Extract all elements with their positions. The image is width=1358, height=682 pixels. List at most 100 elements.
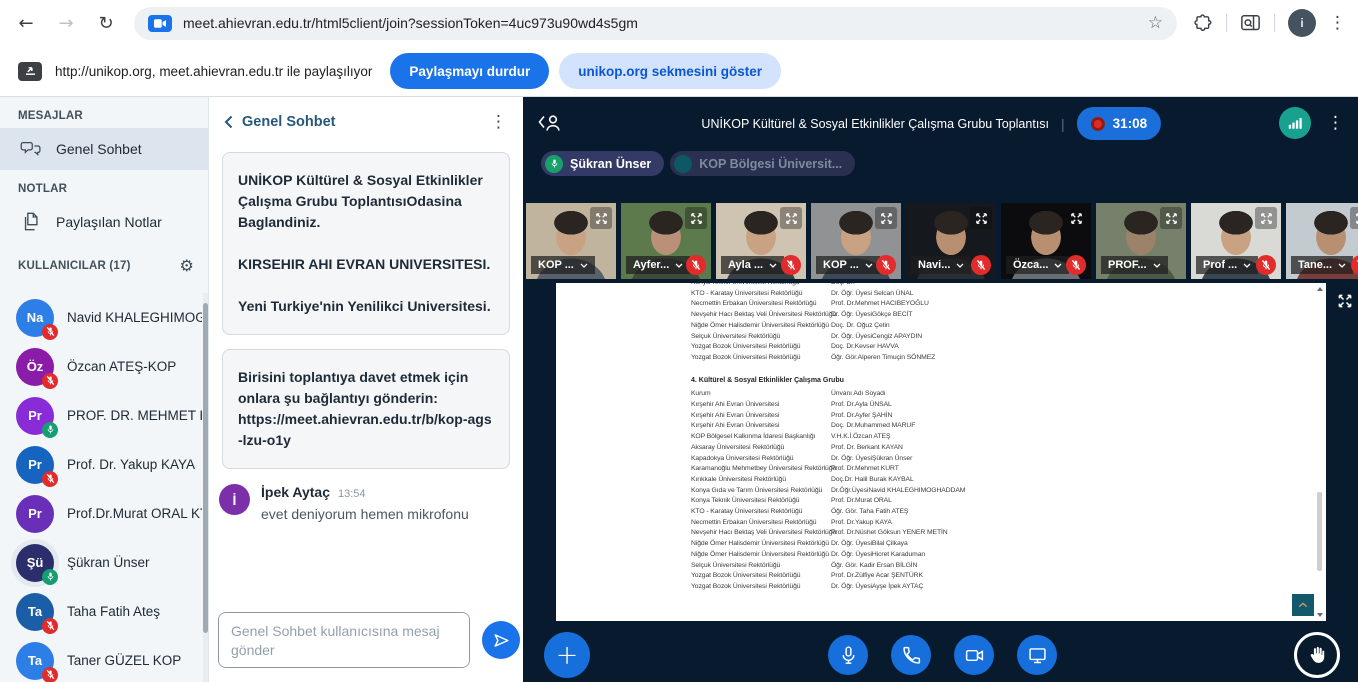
recording-indicator[interactable]: 31:08 — [1077, 107, 1162, 140]
chat-header: Genel Sohbet ⋮ — [209, 97, 523, 137]
webcam-tile[interactable]: Özca... — [1001, 203, 1091, 279]
extensions-icon[interactable] — [1193, 13, 1213, 33]
chat-menu-icon[interactable]: ⋮ — [490, 112, 507, 132]
webcam-tile[interactable]: Ayla ... — [716, 203, 806, 279]
side-panel-search-icon[interactable] — [1240, 14, 1261, 33]
user-list-item[interactable]: Pr Prof. Dr. Yakup KAYA — [0, 440, 202, 489]
user-list-item[interactable]: Şü Şükran Ünser — [0, 538, 202, 587]
talking-indicator-pill[interactable]: KOP Bölgesi Üniversit... — [670, 151, 855, 176]
webcam-fullscreen-icon[interactable] — [1160, 207, 1182, 229]
doc-row: Kırşehir Ahi Evran ÜniversitesiProf. Dr.… — [691, 411, 1306, 422]
options-menu-icon[interactable]: ⋮ — [1327, 113, 1344, 133]
presentation-fullscreen-icon[interactable] — [1335, 291, 1355, 311]
user-list-item[interactable]: Pr PROF. DR. MEHMET KURT — [0, 391, 202, 440]
browser-refresh-button[interactable]: ↻ — [94, 13, 118, 34]
invite-link[interactable]: https://meet.ahievran.edu.tr/b/kop-ags-l… — [238, 409, 494, 451]
tab-sharing-bar: http://unikop.org, meet.ahievran.edu.tr … — [0, 46, 1358, 97]
webcam-fullscreen-icon[interactable] — [970, 207, 992, 229]
webcam-name-label[interactable]: PROF... — [1101, 256, 1168, 274]
avatar-initials: Ta — [28, 604, 42, 619]
webcam-muted-badge — [1066, 255, 1086, 275]
address-bar[interactable]: meet.ahievran.edu.tr/html5client/join?se… — [134, 7, 1177, 40]
webcam-name-label[interactable]: Özca... — [1006, 256, 1069, 274]
browser-forward-button[interactable]: → — [54, 13, 78, 34]
scroll-down-arrow-icon[interactable] — [1317, 613, 1323, 617]
connection-status-icon[interactable] — [1279, 107, 1311, 139]
webcam-name-label[interactable]: Prof ... — [1196, 256, 1258, 274]
meeting-timer: 31:08 — [1113, 116, 1148, 131]
user-list-item[interactable]: Öz Özcan ATEŞ-KOP — [0, 342, 202, 391]
webcam-name-label[interactable]: Navi... — [911, 256, 971, 274]
doc-row: Nevşehir Hacı Bektaş Veli Üniversitesi R… — [691, 310, 1306, 321]
avatar-initials: Pr — [28, 408, 42, 423]
message-author: İpek Aytaç — [261, 484, 330, 500]
leave-audio-button[interactable] — [891, 635, 931, 675]
scrollbar-thumb[interactable] — [203, 303, 208, 633]
sidebar-item-shared-notes[interactable]: Paylaşılan Notlar — [0, 201, 208, 243]
notes-heading: NOTLAR — [18, 183, 194, 195]
chat-message-input[interactable] — [218, 612, 470, 668]
webcam-fullscreen-icon[interactable] — [1065, 207, 1087, 229]
user-name: Taha Fatih Ateş — [67, 604, 160, 619]
bbb-app: MESAJLAR Genel Sohbet NOTLAR Paylaşılan … — [0, 97, 1358, 682]
user-list-item[interactable]: Pr Prof.Dr.Murat ORAL KTÜN — [0, 489, 202, 538]
webcam-fullscreen-icon[interactable] — [685, 207, 707, 229]
avatar-initials: Şü — [27, 555, 44, 570]
user-list-item[interactable]: Na Navid KHALEGHIMOGH... — [0, 293, 202, 342]
actions-plus-button[interactable]: + — [544, 632, 590, 678]
users-settings-gear-icon[interactable]: ⚙ — [179, 256, 194, 275]
user-list-item[interactable]: Ta Taner GÜZEL KOP — [0, 636, 202, 682]
presentation-scrollbar[interactable] — [1316, 287, 1323, 617]
toolbar-divider — [1226, 14, 1227, 32]
presentation-document: Konya Teknik Üniversitesi RektörlüğüDoç.… — [691, 283, 1306, 621]
raise-hand-button[interactable] — [1294, 632, 1340, 678]
stop-sharing-button[interactable]: Paylaşmayı durdur — [390, 53, 549, 89]
webcam-tile[interactable]: KOP ... — [811, 203, 901, 279]
userlist-toggle-icon[interactable] — [537, 111, 564, 138]
webcam-tile[interactable]: Ayfer... — [621, 203, 711, 279]
screenshare-button[interactable] — [1017, 635, 1057, 675]
sidebar-item-label: Genel Sohbet — [56, 141, 142, 157]
user-list-scrollbar[interactable] — [203, 293, 208, 682]
chat-welcome-message: UNİKOP Kültürel & Sosyal Etkinlikler Çal… — [222, 152, 510, 335]
chat-bubbles-icon — [20, 138, 42, 160]
webcam-name-label[interactable]: Ayfer... — [626, 256, 690, 274]
webcam-tile[interactable]: PROF... — [1096, 203, 1186, 279]
webcam-fullscreen-icon[interactable] — [875, 207, 897, 229]
browser-menu-icon[interactable]: ⋮ — [1329, 13, 1346, 33]
avatar: Şü — [16, 544, 54, 582]
browser-back-button[interactable]: ← — [14, 13, 38, 34]
webcam-name-label[interactable]: KOP ... — [816, 256, 880, 274]
webcam-button[interactable] — [954, 635, 994, 675]
scroll-up-arrow-icon[interactable] — [1317, 287, 1323, 291]
webcam-fullscreen-icon[interactable] — [590, 207, 612, 229]
scrollbar-thumb[interactable] — [1317, 492, 1322, 571]
webcam-fullscreen-icon[interactable] — [1350, 207, 1358, 229]
chat-input-row — [218, 612, 520, 668]
webcam-tile[interactable]: Tane... — [1286, 203, 1358, 279]
mute-button[interactable] — [828, 635, 868, 675]
chat-back-button[interactable] — [224, 115, 233, 129]
webcam-name-label[interactable]: Ayla ... — [721, 256, 784, 274]
webcam-fullscreen-icon[interactable] — [780, 207, 802, 229]
sidebar-item-general-chat[interactable]: Genel Sohbet — [0, 128, 208, 170]
send-message-button[interactable] — [482, 621, 520, 659]
chevron-down-icon — [865, 263, 873, 268]
webcam-tile[interactable]: Prof ... — [1191, 203, 1281, 279]
webcam-fullscreen-icon[interactable] — [1255, 207, 1277, 229]
webcam-tile[interactable]: KOP ... — [526, 203, 616, 279]
doc-row: Karamanoğlu Mehmetbey Üniversitesi Rektö… — [691, 464, 1306, 475]
talking-indicator-pill[interactable]: Şükran Ünser — [541, 151, 664, 176]
webcam-name-label[interactable]: KOP ... — [531, 256, 595, 274]
browser-profile-avatar[interactable]: i — [1288, 9, 1316, 37]
webcam-name-label[interactable]: Tane... — [1291, 256, 1353, 274]
show-shared-tab-button[interactable]: unikop.org sekmesini göster — [559, 53, 781, 89]
mic-status-badge — [42, 373, 58, 389]
mic-status-badge — [42, 422, 58, 438]
webcam-tile[interactable]: Navi... — [906, 203, 996, 279]
tab-camera-sharing-icon — [148, 15, 172, 32]
minimize-presentation-button[interactable] — [1292, 594, 1314, 616]
url-text: meet.ahievran.edu.tr/html5client/join?se… — [183, 15, 1148, 31]
user-list-item[interactable]: Ta Taha Fatih Ateş — [0, 587, 202, 636]
bookmark-star-icon[interactable]: ☆ — [1148, 13, 1163, 33]
